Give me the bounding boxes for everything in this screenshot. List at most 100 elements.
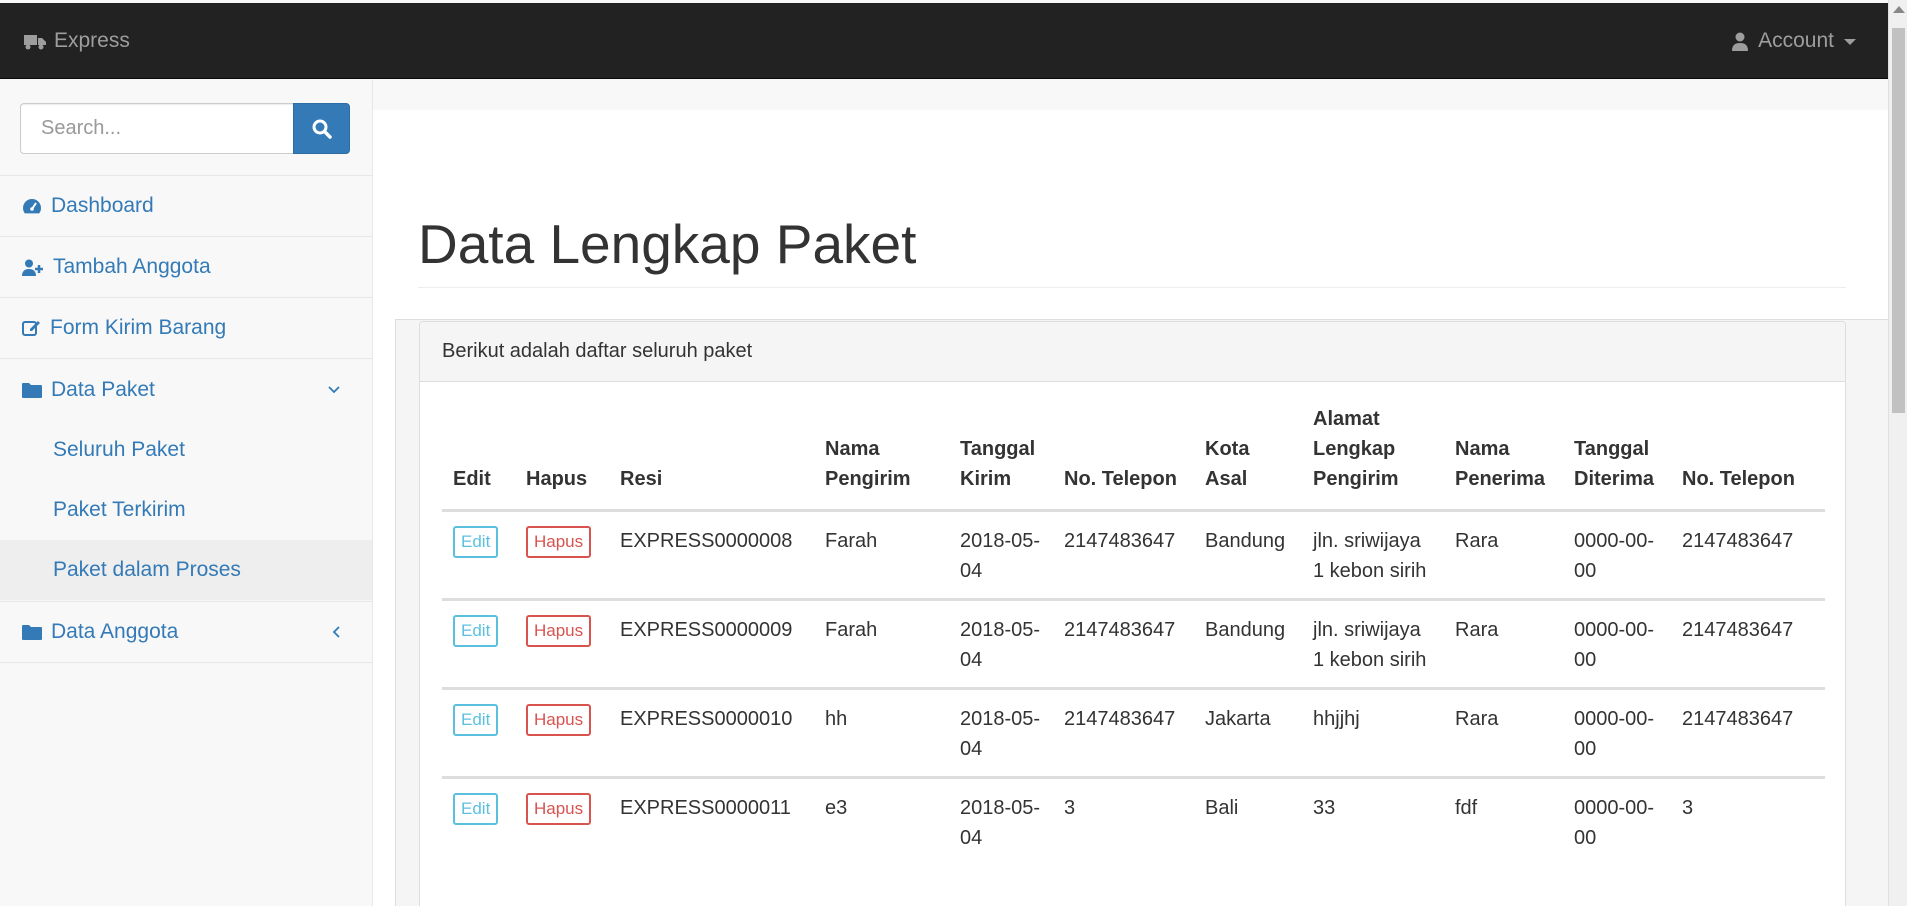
telepon-penerima-cell: 3 [1671,776,1825,865]
table-row: Edit Hapus EXPRESS0000009 Farah 2018-05-… [442,598,1825,689]
top-navbar: Express Account [0,3,1888,79]
column-header: Hapus [515,404,609,512]
column-header: Alamat Lengkap Pengirim [1302,404,1444,512]
edit-cell: Edit [442,510,515,600]
brand-link[interactable]: Express [24,3,130,79]
nama-penerima-cell: Rara [1444,510,1563,600]
tanggal-diterima-cell: 0000-00-00 [1563,776,1671,865]
tanggal-diterima-cell: 0000-00-00 [1563,510,1671,600]
column-header: No. Telepon [1671,404,1825,512]
column-header: Kota Asal [1194,404,1302,512]
folder-icon [22,382,42,398]
telepon-cell: 2147483647 [1053,510,1194,600]
sidebar-item-data-anggota[interactable]: Data Anggota [0,602,372,663]
sidebar-item-data-paket[interactable]: Data Paket [0,359,372,420]
search-button[interactable] [293,103,350,154]
edit-cell: Edit [442,598,515,689]
sidebar-item-label: Data Paket [51,377,155,401]
nama-pengirim-cell: Farah [814,598,949,689]
resi-cell: EXPRESS0000011 [609,776,814,865]
page-scrollbar[interactable] [1888,0,1907,906]
edit-icon [22,321,40,336]
column-header: Nama Penerima [1444,404,1563,512]
edit-cell: Edit [442,687,515,778]
sidebar-subitem-paket-dalam-proses[interactable]: Paket dalam Proses [0,540,372,600]
kota-asal-cell: Jakarta [1194,687,1302,778]
panel-heading: Berikut adalah daftar seluruh paket [420,322,1845,382]
alamat-cell: jln. sriwijaya 1 kebon sirih [1302,510,1444,600]
telepon-cell: 3 [1053,776,1194,865]
telepon-cell: 2147483647 [1053,687,1194,778]
tanggal-kirim-cell: 2018-05-04 [949,776,1053,865]
table-header-row: Edit Hapus Resi Nama Pengirim Tanggal Ki… [442,404,1825,512]
column-header: No. Telepon [1053,404,1194,512]
nama-pengirim-cell: hh [814,687,949,778]
resi-cell: EXPRESS0000009 [609,598,814,689]
scroll-up-arrow-icon[interactable] [1893,6,1905,13]
account-label: Account [1758,29,1834,52]
kota-asal-cell: Bali [1194,776,1302,865]
sidebar-item-tambah-anggota[interactable]: Tambah Anggota [0,237,372,298]
sidebar: Dashboard Tambah Anggota Form Kirim Bara… [0,80,373,906]
nama-penerima-cell: fdf [1444,776,1563,865]
dashboard-icon [23,199,41,214]
edit-cell: Edit [442,776,515,865]
account-dropdown[interactable]: Account [1732,3,1856,79]
page-title: Data Lengkap Paket [418,213,917,275]
table-row: Edit Hapus EXPRESS0000011 e3 2018-05-04 … [442,776,1825,865]
kota-asal-cell: Bandung [1194,598,1302,689]
telepon-penerima-cell: 2147483647 [1671,687,1825,778]
tanggal-kirim-cell: 2018-05-04 [949,510,1053,600]
edit-button[interactable]: Edit [453,793,499,825]
tanggal-diterima-cell: 0000-00-00 [1563,598,1671,689]
hapus-button[interactable]: Hapus [526,615,592,647]
chevron-left-icon [332,626,340,638]
hapus-button[interactable]: Hapus [526,526,592,558]
column-header: Edit [442,404,515,512]
nama-penerima-cell: Rara [1444,598,1563,689]
sidebar-item-form-kirim-barang[interactable]: Form Kirim Barang [0,298,372,359]
sidebar-item-label: Data Anggota [51,620,179,643]
sidebar-item-label: Tambah Anggota [53,255,211,278]
table-row: Edit Hapus EXPRESS0000010 hh 2018-05-04 … [442,687,1825,778]
sidebar-subitem-label: Seluruh Paket [53,438,185,461]
column-header: Resi [609,404,814,512]
sidebar-subitem-label: Paket dalam Proses [53,558,241,581]
resi-cell: EXPRESS0000010 [609,687,814,778]
sidebar-item-label: Form Kirim Barang [50,316,227,339]
alamat-cell: 33 [1302,776,1444,865]
sidebar-subitem-label: Paket Terkirim [53,498,186,521]
main-content: Data Lengkap Paket Berikut adalah daftar… [373,110,1888,906]
sidebar-search [20,103,350,154]
hapus-cell: Hapus [515,598,609,689]
user-icon [1732,32,1749,51]
brand-label: Express [54,29,130,52]
tanggal-kirim-cell: 2018-05-04 [949,687,1053,778]
paket-table: Edit Hapus Resi Nama Pengirim Tanggal Ki… [442,404,1825,865]
telepon-penerima-cell: 2147483647 [1671,598,1825,689]
column-header: Tanggal Diterima [1563,404,1671,512]
edit-button[interactable]: Edit [453,526,499,558]
caret-down-icon [1844,39,1856,45]
title-divider [418,287,1846,288]
hapus-button[interactable]: Hapus [526,704,592,736]
kota-asal-cell: Bandung [1194,510,1302,600]
edit-button[interactable]: Edit [453,615,499,647]
scroll-thumb[interactable] [1892,28,1905,413]
folder-icon [22,625,42,640]
sidebar-subitem-paket-terkirim[interactable]: Paket Terkirim [0,480,372,540]
table-row: Edit Hapus EXPRESS0000008 Farah 2018-05-… [442,510,1825,600]
user-plus-icon [22,259,43,276]
hapus-button[interactable]: Hapus [526,793,592,825]
sidebar-item-dashboard[interactable]: Dashboard [0,176,372,237]
resi-cell: EXPRESS0000008 [609,510,814,600]
telepon-penerima-cell: 2147483647 [1671,510,1825,600]
edit-button[interactable]: Edit [453,704,499,736]
tanggal-diterima-cell: 0000-00-00 [1563,687,1671,778]
data-panel: Berikut adalah daftar seluruh paket Edit… [419,321,1846,906]
search-input[interactable] [20,103,293,154]
sidebar-subitem-seluruh-paket[interactable]: Seluruh Paket [0,420,372,480]
nama-pengirim-cell: Farah [814,510,949,600]
hapus-cell: Hapus [515,776,609,865]
chevron-down-icon [328,386,340,394]
